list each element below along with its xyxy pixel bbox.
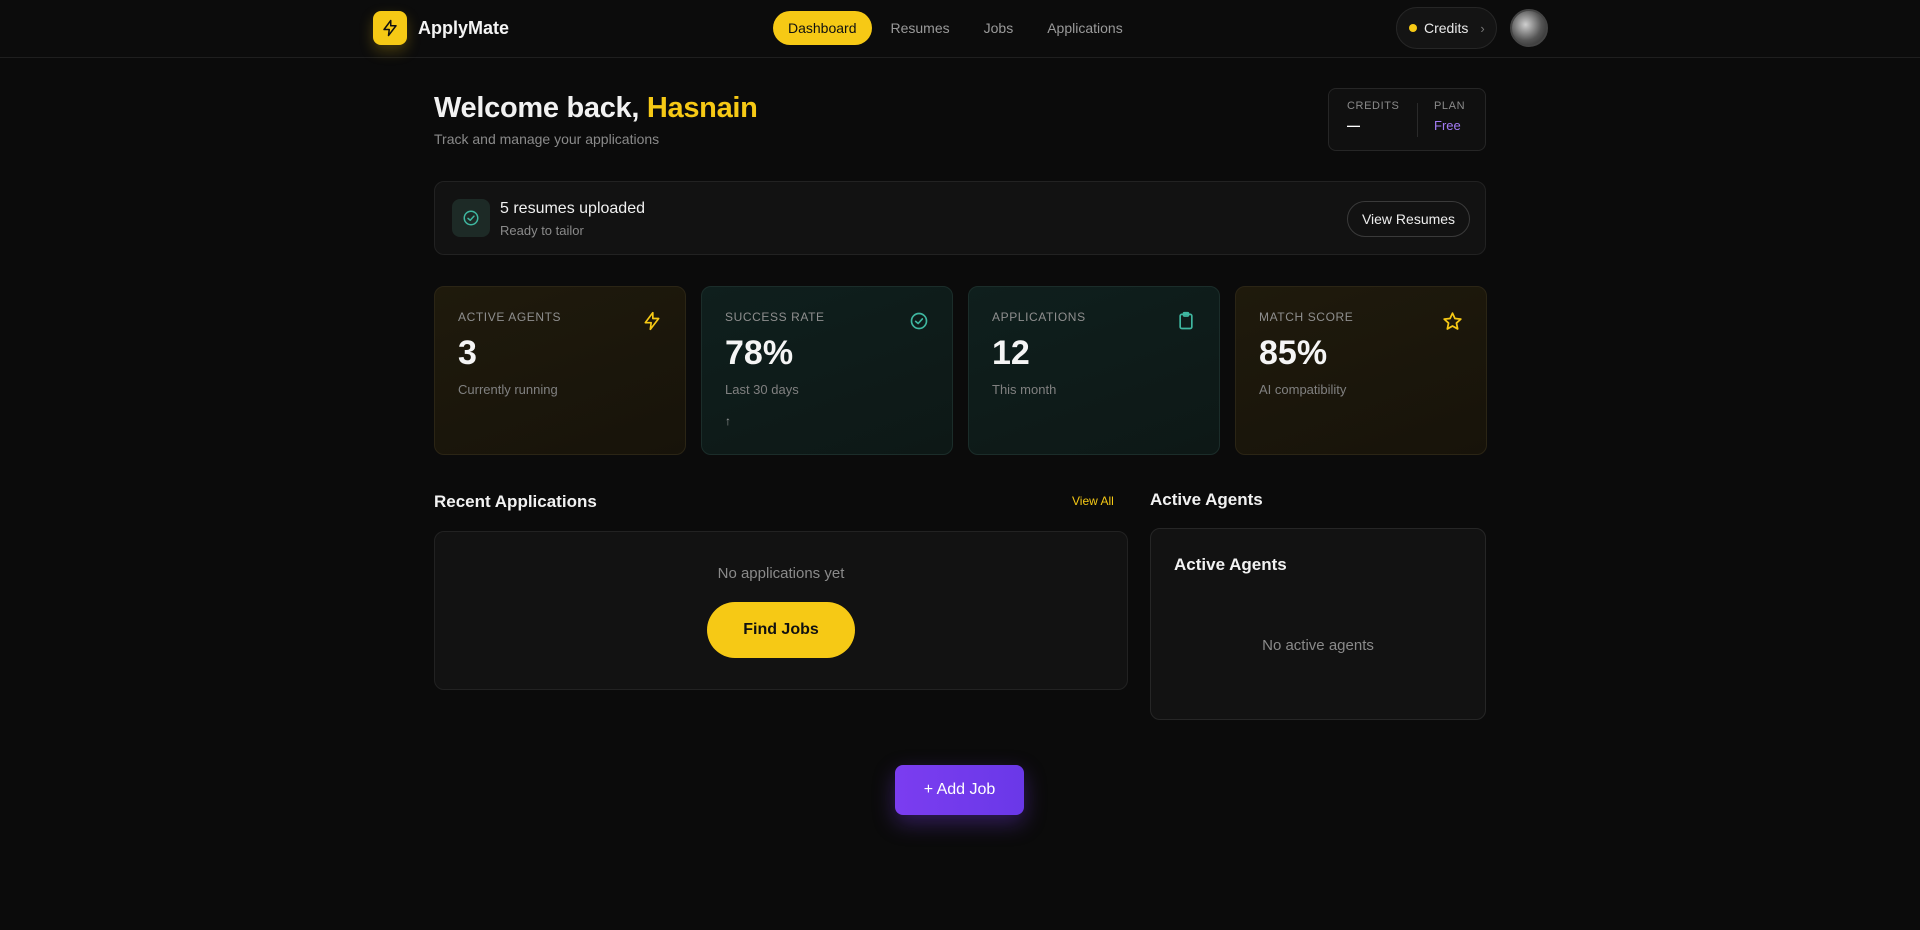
plan-col: PLAN Free: [1434, 100, 1465, 133]
plan-value: Free: [1434, 118, 1461, 133]
credits-plan-panel: CREDITS — PLAN Free: [1328, 88, 1486, 151]
stat-label: SUCCESS RATE: [725, 310, 825, 324]
empty-state-text: No active agents: [1262, 637, 1374, 654]
stat-label: MATCH SCORE: [1259, 310, 1354, 324]
trend-up-icon: ↑: [725, 414, 731, 428]
credits-value: —: [1347, 118, 1360, 133]
resume-banner: 5 resumes uploaded Ready to tailor View …: [434, 181, 1486, 255]
user-name: Hasnain: [646, 92, 758, 124]
add-job-button[interactable]: + Add Job: [895, 765, 1024, 815]
credits-col: CREDITS —: [1347, 100, 1399, 133]
recent-applications-panel: No applications yet Find Jobs: [434, 531, 1128, 690]
nav-applications[interactable]: Applications: [1032, 11, 1138, 45]
lightning-icon: [373, 11, 407, 45]
page-subtitle: Track and manage your applications: [434, 131, 660, 147]
stat-value: 85%: [1259, 334, 1328, 372]
page-title: Welcome back, Hasnain: [434, 92, 758, 125]
lightning-icon: [642, 311, 662, 336]
find-jobs-button[interactable]: Find Jobs: [707, 602, 855, 658]
credits-dot: [1409, 24, 1417, 32]
check-circle-icon: [909, 311, 929, 336]
stat-value: 12: [992, 334, 1030, 372]
stat-desc: Last 30 days: [725, 382, 799, 397]
clipboard-icon: [1176, 311, 1196, 336]
resume-count: 5 resumes uploaded: [500, 200, 645, 217]
credits-button[interactable]: Credits ›: [1396, 7, 1497, 49]
stat-value: 78%: [725, 334, 794, 372]
nav-links: Dashboard Resumes Jobs Applications: [773, 11, 1142, 45]
stat-label: ACTIVE AGENTS: [458, 310, 562, 324]
stat-card-match-score: MATCH SCORE 85% AI compatibility: [1235, 286, 1487, 455]
divider: [1417, 103, 1418, 137]
stat-card-active-agents: ACTIVE AGENTS 3 Currently running: [434, 286, 686, 455]
brand-name: ApplyMate: [418, 17, 510, 38]
stat-label: APPLICATIONS: [992, 310, 1086, 324]
stat-desc: AI compatibility: [1259, 382, 1347, 397]
brand[interactable]: ApplyMate: [373, 11, 509, 45]
resume-status: Ready to tailor: [500, 223, 584, 238]
chevron-right-icon: ›: [1480, 20, 1485, 36]
stat-desc: Currently running: [458, 382, 558, 397]
nav-dashboard[interactable]: Dashboard: [773, 11, 872, 45]
stat-desc: This month: [992, 382, 1057, 397]
credits-label: Credits: [1424, 20, 1469, 36]
check-circle-icon: [452, 199, 490, 237]
active-agents-panel: Active Agents No active agents: [1150, 528, 1486, 720]
empty-state-text: No applications yet: [717, 565, 845, 582]
avatar[interactable]: [1510, 9, 1548, 47]
top-nav: ApplyMate Dashboard Resumes Jobs Applica…: [0, 0, 1920, 58]
view-all-link[interactable]: View All: [1072, 494, 1114, 508]
view-resumes-button[interactable]: View Resumes: [1347, 201, 1470, 237]
active-agents-section-title: Active Agents: [1150, 490, 1263, 509]
stat-value: 3: [458, 334, 477, 372]
star-icon: [1442, 311, 1463, 337]
plan-label: PLAN: [1434, 100, 1466, 112]
stat-card-applications: APPLICATIONS 12 This month: [968, 286, 1220, 455]
stat-card-success-rate: SUCCESS RATE 78% Last 30 days ↑: [701, 286, 953, 455]
active-agents-card-title: Active Agents: [1174, 555, 1287, 574]
credits-label: CREDITS: [1347, 100, 1400, 112]
recent-applications-title: Recent Applications: [434, 492, 597, 511]
nav-jobs[interactable]: Jobs: [969, 11, 1029, 45]
nav-resumes[interactable]: Resumes: [876, 11, 965, 45]
welcome-prefix: Welcome back,: [434, 92, 647, 124]
